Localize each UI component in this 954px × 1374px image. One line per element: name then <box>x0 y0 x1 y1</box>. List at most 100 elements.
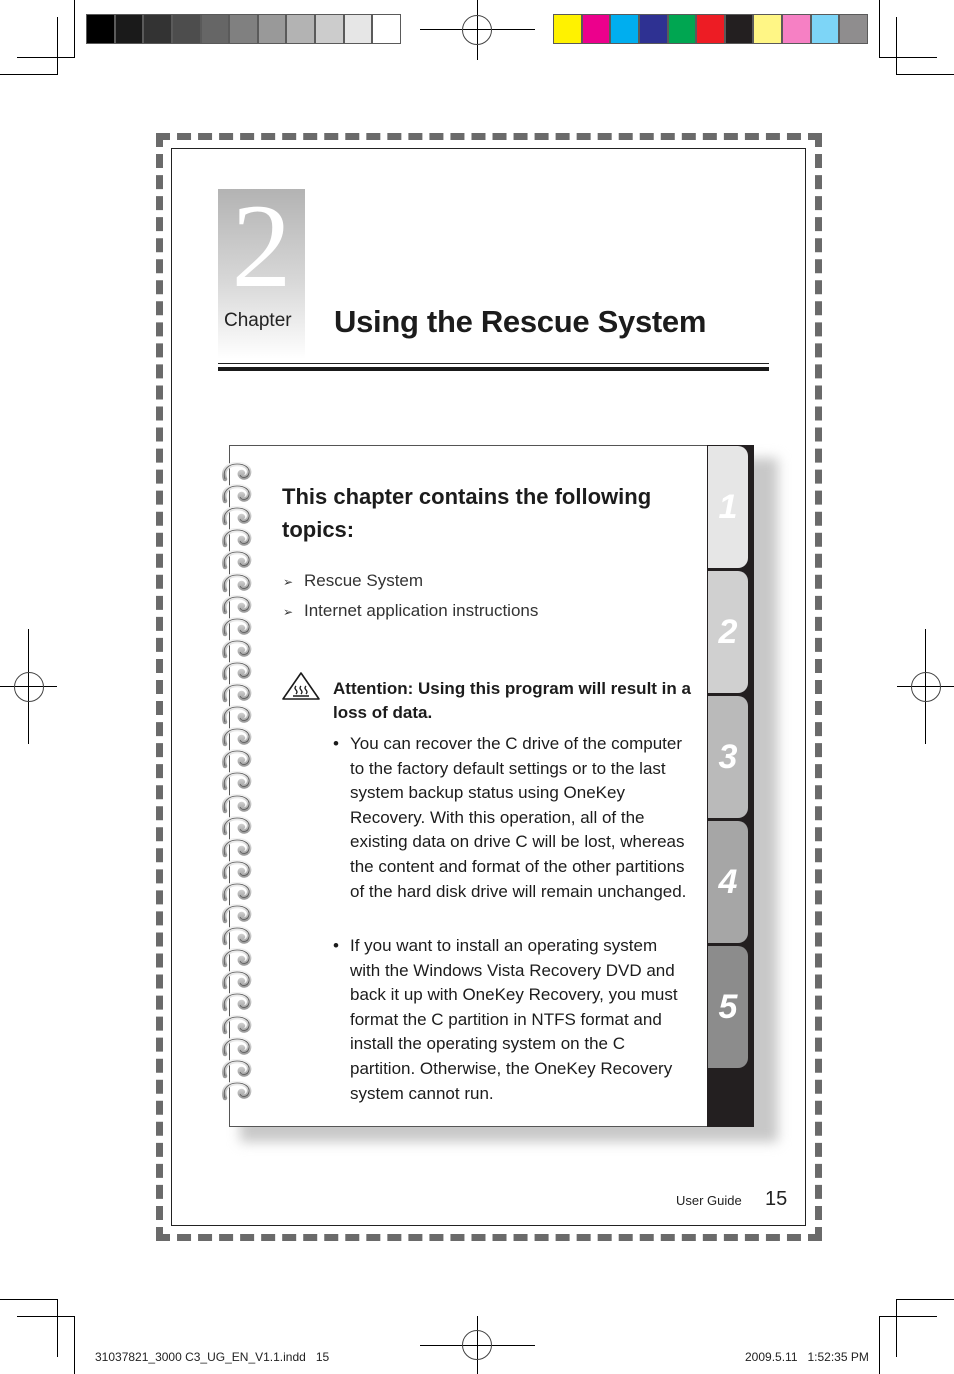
color-calibration-bar <box>553 14 868 44</box>
crop-mark <box>17 57 75 58</box>
color-swatch <box>611 15 638 43</box>
spiral-ring-icon <box>222 550 252 570</box>
color-swatch <box>754 15 782 43</box>
crop-mark <box>896 74 954 75</box>
chapter-tab-3[interactable]: 3 <box>707 696 748 818</box>
spiral-ring-icon <box>222 815 252 835</box>
crop-mark <box>0 74 58 75</box>
color-swatch <box>725 15 753 43</box>
spiral-ring-icon <box>222 1080 252 1101</box>
spiral-ring-icon <box>222 506 252 526</box>
crop-mark <box>0 1299 58 1300</box>
gray-swatch <box>344 15 372 43</box>
gray-swatch <box>87 15 114 43</box>
color-swatch <box>639 15 667 43</box>
chapter-label: Chapter <box>224 310 292 331</box>
gray-swatch <box>230 15 257 43</box>
spiral-ring-icon <box>222 1036 252 1056</box>
spiral-ring-icon <box>222 771 252 791</box>
spiral-ring-icon <box>222 1058 252 1078</box>
spiral-ring-icon <box>222 992 252 1012</box>
color-swatch <box>840 15 868 43</box>
spiral-ring-icon <box>222 904 252 924</box>
spiral-ring-icon <box>222 594 252 614</box>
chapter-tab-2[interactable]: 2 <box>707 571 748 693</box>
page-title: Using the Rescue System <box>334 304 707 339</box>
registration-circle <box>462 15 492 45</box>
spiral-ring-icon <box>222 859 252 880</box>
color-swatch <box>668 15 696 43</box>
chapter-tab-5[interactable]: 5 <box>707 946 748 1068</box>
chapter-tab-1[interactable]: 1 <box>707 446 748 568</box>
crop-mark <box>879 1316 880 1374</box>
spiral-ring-icon <box>222 970 252 990</box>
crop-mark <box>896 1299 954 1300</box>
gray-swatch <box>172 15 200 43</box>
spiral-ring-icon <box>222 793 252 813</box>
slug-file-info: 31037821_3000 C3_UG_EN_V1.1.indd 15 <box>95 1350 330 1364</box>
gray-swatch <box>115 15 143 43</box>
color-swatch <box>697 15 724 43</box>
spiral-ring-icon <box>222 705 252 725</box>
spiral-ring-icon <box>222 837 252 857</box>
hot-surface-warning-icon <box>282 672 320 700</box>
spiral-ring-icon <box>222 881 252 902</box>
topic-item: ➢ Rescue System <box>283 571 423 591</box>
chapter-number: 2 <box>231 179 292 312</box>
color-swatch <box>783 15 810 43</box>
spiral-ring-icon <box>222 749 252 769</box>
gray-swatch <box>144 15 171 43</box>
spiral-ring-icon <box>222 1014 252 1034</box>
bullet-item: • You can recover the C drive of the com… <box>333 732 688 904</box>
gray-swatch <box>258 15 286 43</box>
bullet-dot-icon: • <box>333 936 339 955</box>
registration-circle <box>462 1330 492 1360</box>
footer-label: User Guide <box>676 1193 742 1208</box>
crop-mark <box>896 1299 897 1357</box>
spiral-ring-icon <box>222 528 252 548</box>
chapter-tab-4[interactable]: 4 <box>707 821 748 943</box>
arrow-bullet-icon: ➢ <box>283 605 294 619</box>
bullet-text: You can recover the C drive of the compu… <box>350 734 687 901</box>
spiral-ring-icon <box>222 484 252 504</box>
topic-item: ➢ Internet application instructions <box>283 601 538 621</box>
page-number: 15 <box>765 1188 788 1210</box>
bullet-dot-icon: • <box>333 734 339 753</box>
crop-mark <box>879 0 880 58</box>
topics-heading: This chapter contains the following topi… <box>282 484 652 542</box>
title-rule-thin <box>218 363 769 364</box>
spiral-ring-icon <box>222 727 252 747</box>
crop-mark <box>17 1316 75 1317</box>
spiral-ring-icon <box>222 462 252 482</box>
attention-text: Attention: Using this program will resul… <box>333 679 691 722</box>
title-rule-thick <box>218 367 769 371</box>
gray-swatch <box>373 15 401 43</box>
arrow-bullet-icon: ➢ <box>283 575 294 589</box>
grayscale-calibration-bar <box>86 14 401 44</box>
crop-mark <box>879 1316 937 1317</box>
crop-mark <box>74 1316 75 1374</box>
spiral-ring-icon <box>222 572 252 592</box>
topic-label: Rescue System <box>304 571 424 590</box>
spiral-ring-icon <box>222 616 252 636</box>
spiral-ring-icon <box>222 638 252 659</box>
gray-swatch <box>201 15 229 43</box>
spiral-ring-icon <box>222 660 252 681</box>
spiral-ring-icon <box>222 683 252 703</box>
registration-circle <box>911 672 941 702</box>
bullet-item: • If you want to install an operating sy… <box>333 934 688 1106</box>
topic-label: Internet application instructions <box>304 601 539 620</box>
color-swatch <box>554 15 581 43</box>
crop-mark <box>74 0 75 58</box>
slug-timestamp: 2009.5.11 1:52:35 PM <box>745 1350 869 1364</box>
spiral-ring-icon <box>222 948 252 968</box>
gray-swatch <box>287 15 315 43</box>
gray-swatch <box>316 15 343 43</box>
crop-mark <box>896 17 897 75</box>
crop-mark <box>57 17 58 75</box>
color-swatch <box>582 15 610 43</box>
crop-mark <box>57 1299 58 1357</box>
color-swatch <box>811 15 839 43</box>
bullet-text: If you want to install an operating syst… <box>350 936 678 1103</box>
spiral-ring-icon <box>222 926 252 946</box>
